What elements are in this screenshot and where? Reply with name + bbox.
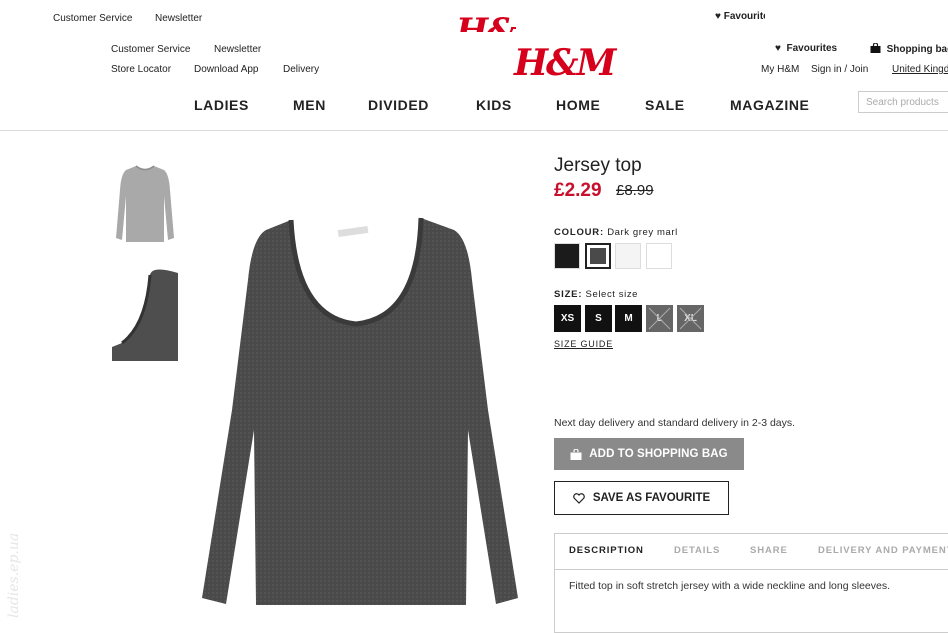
nav-magazine[interactable]: MAGAZINE: [730, 97, 809, 113]
product-image: [196, 200, 526, 615]
size-label: SIZE:: [554, 289, 583, 300]
watermark: ladies.ep.ua: [0, 490, 26, 620]
size-m-button[interactable]: M: [615, 305, 642, 332]
description-text: Fitted top in soft stretch jersey with a…: [569, 580, 890, 592]
tabs-divider: [555, 569, 948, 570]
nav-kids[interactable]: KIDS: [476, 97, 512, 113]
size-label-row: SIZE: Select size: [554, 289, 638, 300]
unavailable-cross-icon: [679, 307, 702, 330]
download-app-link[interactable]: Download App: [194, 64, 259, 75]
size-l-button[interactable]: L: [646, 305, 673, 332]
tab-details[interactable]: DETAILS: [674, 545, 720, 556]
save-favourite-button[interactable]: SAVE AS FAVOURITE: [554, 481, 729, 515]
favourites-link[interactable]: ♥ Favourites: [775, 43, 837, 54]
size-value: Select size: [585, 289, 639, 300]
jersey-neckline-detail-image: [112, 265, 178, 361]
tab-delivery-payment[interactable]: DELIVERY AND PAYMENT: [818, 545, 948, 556]
heart-icon: ♥: [715, 11, 721, 22]
header-divider: [0, 130, 948, 131]
nav-divided[interactable]: DIVIDED: [368, 97, 429, 113]
add-to-bag-button[interactable]: ADD TO SHOPPING BAG: [554, 438, 744, 470]
heart-outline-icon: [573, 492, 585, 504]
ghost-favourites-link[interactable]: ♥ Favourites: [715, 11, 765, 22]
shopping-bag-link[interactable]: Shopping bag: [870, 42, 948, 55]
sign-in-link[interactable]: Sign in / Join: [811, 64, 868, 75]
search-input[interactable]: Search products: [858, 91, 948, 113]
customer-service-link[interactable]: Customer Service: [111, 44, 190, 55]
thumbnail-detail[interactable]: [112, 265, 178, 361]
hm-logo[interactable]: H&M: [514, 43, 616, 83]
my-hm-link[interactable]: My H&M: [761, 64, 799, 75]
newsletter-link[interactable]: Newsletter: [214, 44, 261, 55]
swatch-black[interactable]: [554, 243, 580, 269]
size-s-button[interactable]: S: [585, 305, 612, 332]
ghost-hm-logo[interactable]: H&M: [456, 10, 516, 32]
nav-sale[interactable]: SALE: [645, 97, 685, 113]
thumbnail-front[interactable]: [112, 160, 178, 246]
size-xs-button[interactable]: XS: [554, 305, 581, 332]
nav-home[interactable]: HOME: [556, 97, 600, 113]
sale-price: £2.29: [554, 180, 602, 201]
tab-share[interactable]: SHARE: [750, 545, 788, 556]
delivery-note: Next day delivery and standard delivery …: [554, 417, 796, 429]
nav-men[interactable]: MEN: [293, 97, 326, 113]
ghost-newsletter-link[interactable]: Newsletter: [155, 13, 202, 24]
colour-value: Dark grey marl: [607, 227, 678, 238]
size-xl-button[interactable]: XL: [677, 305, 704, 332]
tab-description[interactable]: DESCRIPTION: [569, 545, 644, 556]
colour-label: COLOUR:: [554, 227, 604, 238]
swatch-light-grey[interactable]: [615, 243, 641, 269]
shopping-bag-icon: [570, 448, 582, 460]
product-title: Jersey top: [554, 155, 642, 176]
country-selector-link[interactable]: United Kingdom: [892, 64, 948, 75]
shopping-bag-icon: [870, 42, 881, 53]
swatch-dark-grey-fill: [590, 248, 606, 264]
jersey-top-thumbnail-image: [116, 165, 174, 242]
swatch-white[interactable]: [646, 243, 672, 269]
store-locator-link[interactable]: Store Locator: [111, 64, 171, 75]
heart-icon: ♥: [775, 43, 781, 54]
original-price: £8.99: [616, 182, 654, 199]
colour-label-row: COLOUR: Dark grey marl: [554, 227, 678, 238]
delivery-link[interactable]: Delivery: [283, 64, 319, 75]
ghost-customer-service-link[interactable]: Customer Service: [53, 13, 132, 24]
watermark-text: ladies.ep.ua: [6, 533, 22, 618]
size-guide-link[interactable]: SIZE GUIDE: [554, 339, 613, 349]
unavailable-cross-icon: [648, 307, 671, 330]
nav-ladies[interactable]: LADIES: [194, 97, 249, 113]
swatch-dark-grey-marl[interactable]: [585, 243, 611, 269]
